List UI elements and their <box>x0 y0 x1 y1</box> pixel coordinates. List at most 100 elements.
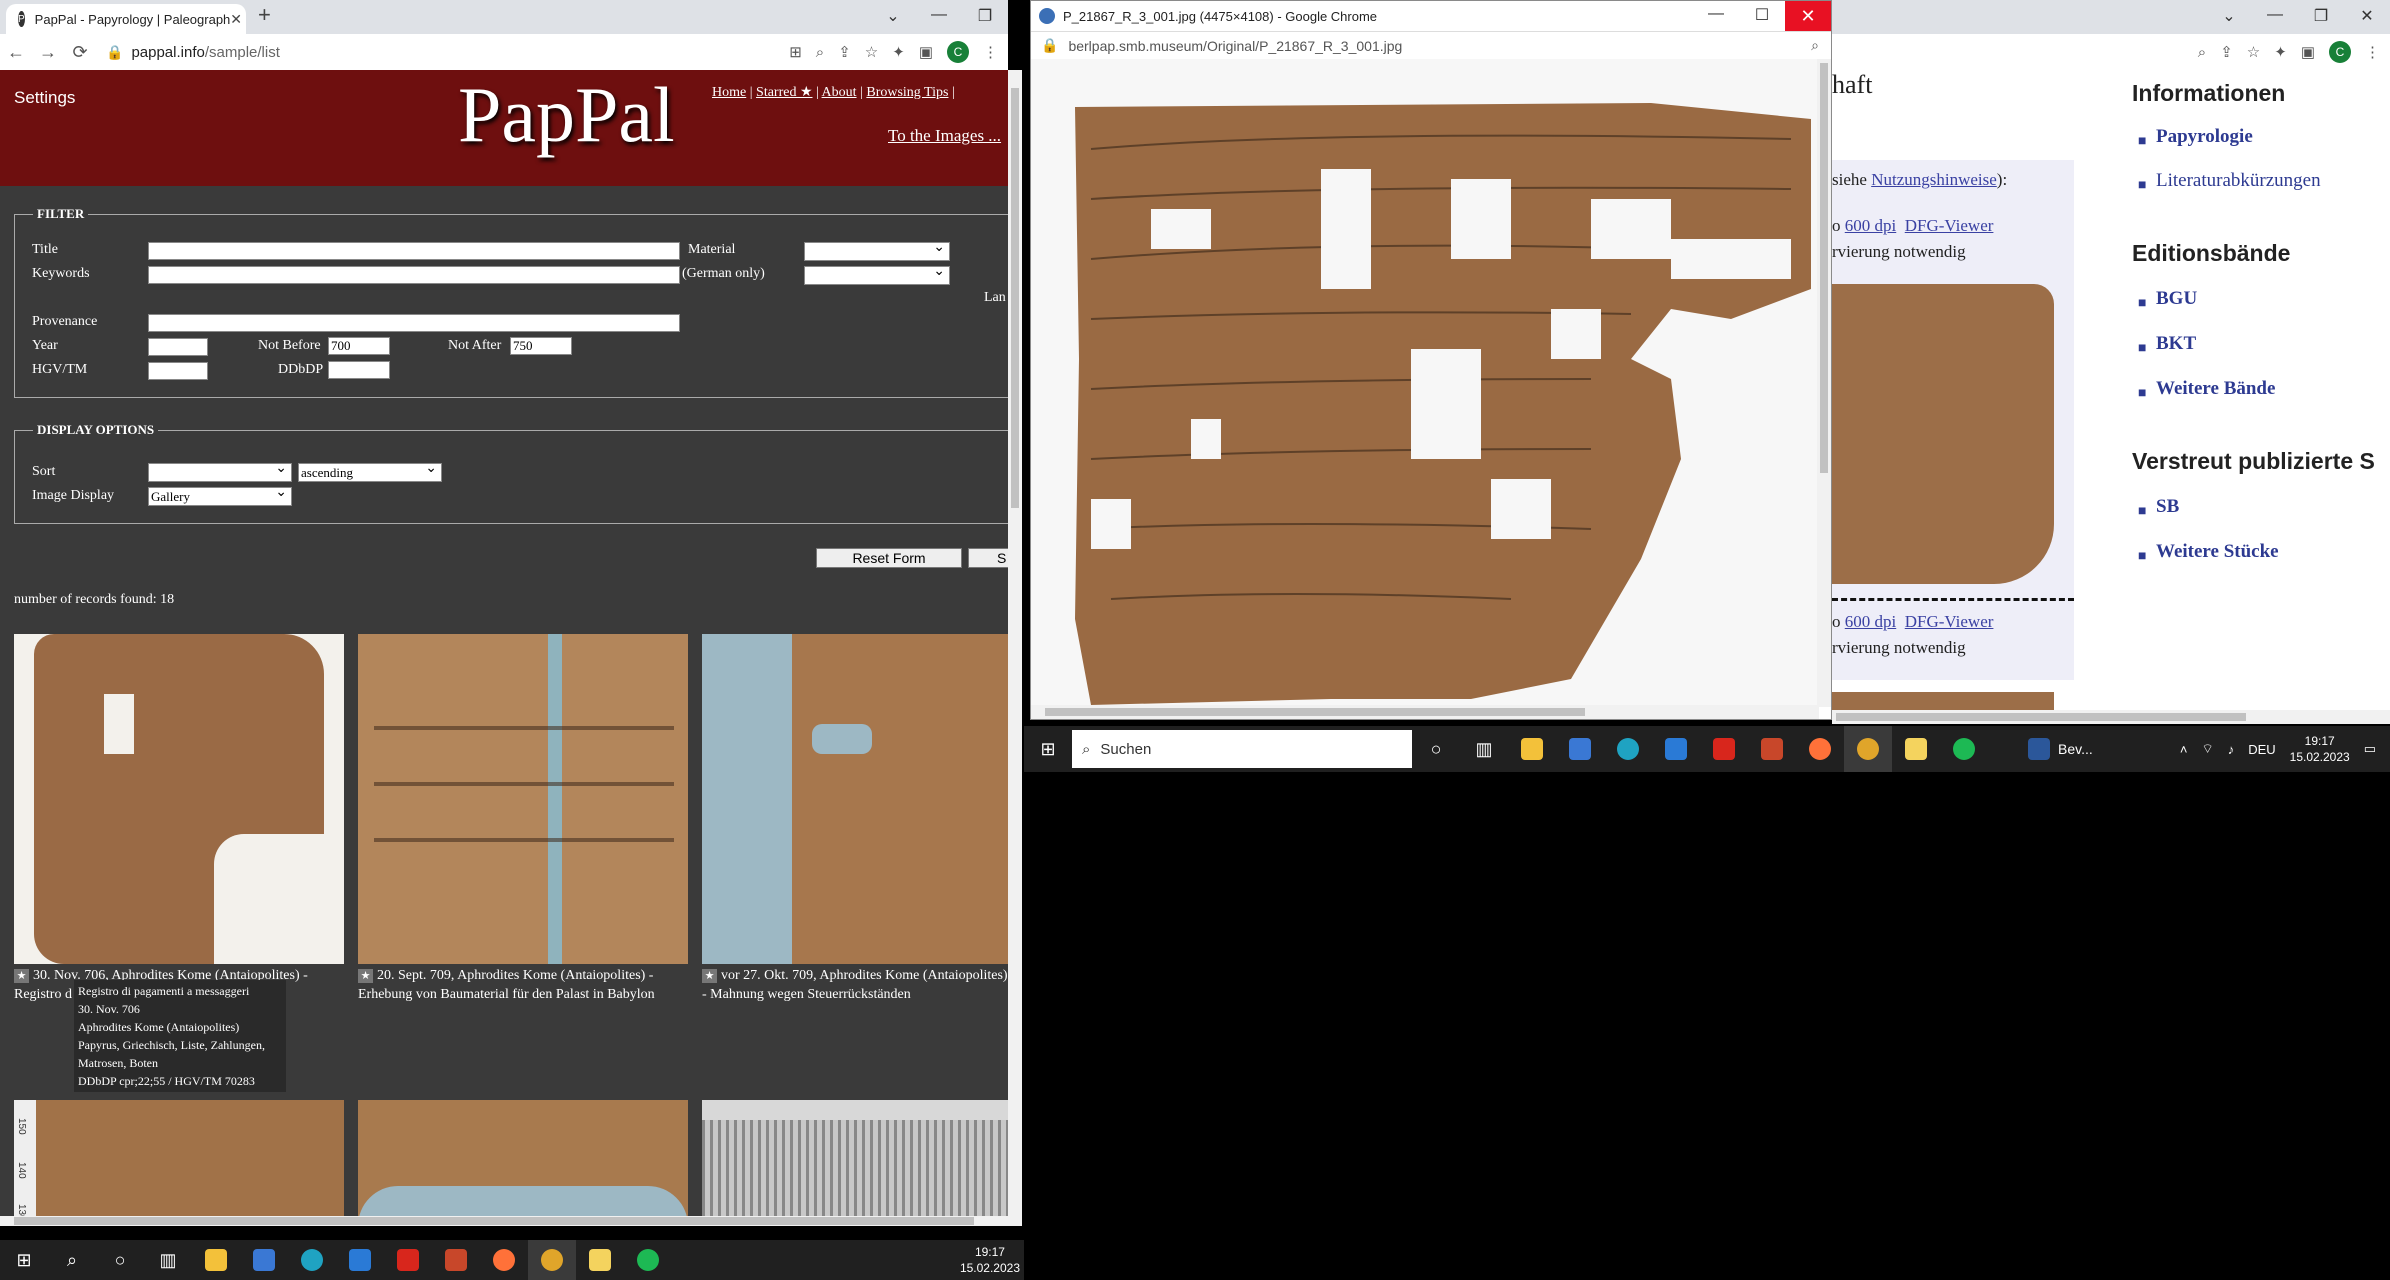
start-icon[interactable]: ⊞ <box>0 1240 48 1280</box>
minimize-icon[interactable]: — <box>1693 5 1739 25</box>
result-caption-3[interactable]: ★ vor 27. Okt. 709, Aphrodites Kome (Anta… <box>702 966 1008 1004</box>
powerpoint-icon[interactable] <box>432 1240 480 1280</box>
star-icon[interactable]: ★ <box>14 969 29 983</box>
reset-form-button[interactable]: Reset Form <box>816 548 962 568</box>
explorer-icon[interactable] <box>1508 726 1556 772</box>
zoom-icon[interactable]: ⌕ <box>816 44 824 61</box>
taskbar-app-document[interactable]: Bev... <box>2028 738 2093 760</box>
chrome-icon[interactable] <box>528 1240 576 1280</box>
minimize-icon[interactable]: — <box>916 6 962 26</box>
sidebar-item-papyrologie[interactable]: Papyrologie <box>2156 126 2253 148</box>
result-thumbnail-1[interactable] <box>14 634 344 964</box>
acrobat-icon[interactable] <box>384 1240 432 1280</box>
keywords-input[interactable] <box>148 266 680 284</box>
notepad-icon[interactable] <box>1892 726 1940 772</box>
zoom-icon[interactable]: ⌕ <box>1811 37 1819 54</box>
tab-pappal[interactable]: P PapPal - Papyrology | Paleograph ✕ <box>6 4 246 34</box>
taskview-icon[interactable]: ▥ <box>1460 726 1508 772</box>
search-icon[interactable]: ⌕ <box>48 1240 96 1280</box>
close-window-icon[interactable]: ✕ <box>2344 6 2390 26</box>
volume-icon[interactable]: ♪ <box>2228 742 2235 757</box>
bookmark-star-icon[interactable]: ☆ <box>2247 43 2260 61</box>
restore-icon[interactable]: ❐ <box>2298 6 2344 26</box>
zoom-icon[interactable]: ⌕ <box>2198 44 2206 61</box>
forward-icon[interactable]: → <box>32 42 64 63</box>
row1-dpi-link[interactable]: 600 dpi <box>1845 216 1896 235</box>
menu-kebab-icon[interactable]: ⋮ <box>2365 43 2380 61</box>
papyrus-full-image[interactable] <box>1031 59 1817 705</box>
not-before-input[interactable]: 700 <box>328 337 390 355</box>
mail-icon[interactable] <box>1652 726 1700 772</box>
firefox-icon[interactable] <box>1796 726 1844 772</box>
row2-dpi-link[interactable]: 600 dpi <box>1845 612 1896 631</box>
vertical-scroll-thumb[interactable] <box>1011 88 1019 508</box>
sidebar-item-bgu[interactable]: BGU <box>2156 288 2197 310</box>
spotify-icon[interactable] <box>1940 726 1988 772</box>
usage-link[interactable]: Nutzungshinweise <box>1871 170 1997 189</box>
result-thumbnail-6[interactable] <box>702 1100 1008 1226</box>
star-icon[interactable]: ★ <box>358 969 373 983</box>
sidebar-item-weitere-stuecke[interactable]: Weitere Stücke <box>2156 541 2279 563</box>
translate-icon[interactable]: ⊞ <box>789 43 802 61</box>
address-bar[interactable]: pappal.info/sample/list <box>131 44 279 61</box>
material-select[interactable] <box>804 239 950 261</box>
minimize-icon[interactable]: — <box>2252 6 2298 26</box>
right-horizontal-scrollbar[interactable] <box>1832 710 2390 724</box>
sort-order-select[interactable]: ascending <box>298 460 442 482</box>
result-thumbnail-2[interactable] <box>358 634 688 964</box>
store-icon[interactable] <box>1556 726 1604 772</box>
hgv-input[interactable] <box>148 362 208 380</box>
result-thumbnail-5[interactable] <box>358 1100 688 1226</box>
sidebar-item-bkt[interactable]: BKT <box>2156 333 2196 355</box>
reload-icon[interactable]: ⟳ <box>64 42 96 63</box>
firefox-icon[interactable] <box>480 1240 528 1280</box>
provenance-input[interactable] <box>148 314 680 332</box>
right-clock[interactable]: 19:17 15.02.2023 <box>2290 733 2350 765</box>
mail-icon[interactable] <box>336 1240 384 1280</box>
keywords-select[interactable] <box>804 263 950 285</box>
close-window-button[interactable]: ✕ <box>1785 1 1831 31</box>
share-icon[interactable]: ⇪ <box>838 43 851 61</box>
nav-home[interactable]: Home <box>712 85 746 100</box>
sidebar-item-weitere-baende[interactable]: Weitere Bände <box>2156 378 2275 400</box>
chevron-up-icon[interactable]: ˄ <box>2180 742 2188 757</box>
sidepanel-icon[interactable]: ▣ <box>919 43 933 61</box>
result-thumbnail-3[interactable] <box>702 634 1008 964</box>
search-button[interactable]: S <box>968 548 1008 568</box>
sidebar-item-sb[interactable]: SB <box>2156 496 2179 518</box>
row1-dfg-link[interactable]: DFG-Viewer <box>1905 216 1994 235</box>
vertical-scrollbar[interactable] <box>1008 70 1022 1226</box>
edge-icon[interactable] <box>288 1240 336 1280</box>
extensions-icon[interactable]: ✦ <box>2274 43 2287 61</box>
profile-avatar[interactable]: C <box>947 41 969 63</box>
bookmark-star-icon[interactable]: ☆ <box>865 43 878 61</box>
keyboard-language[interactable]: DEU <box>2248 742 2275 757</box>
restore-icon[interactable]: ❐ <box>962 6 1008 26</box>
start-icon[interactable]: ⊞ <box>1024 726 1072 772</box>
sidepanel-icon[interactable]: ▣ <box>2301 43 2315 61</box>
nav-browsing-tips[interactable]: Browsing Tips <box>866 85 948 100</box>
spotify-icon[interactable] <box>624 1240 672 1280</box>
chevron-down-icon[interactable]: ⌄ <box>2206 6 2252 26</box>
to-images-link[interactable]: To the Images ... <box>888 126 1001 146</box>
left-clock[interactable]: 19:17 15.02.2023 <box>960 1244 1020 1276</box>
image-url[interactable]: berlpap.smb.museum/Original/P_21867_R_3_… <box>1068 38 1402 54</box>
image-vertical-scrollbar[interactable] <box>1817 59 1831 707</box>
profile-avatar[interactable]: C <box>2329 41 2351 63</box>
horizontal-scrollbar[interactable] <box>0 1216 1008 1226</box>
result-caption-2[interactable]: ★ 20. Sept. 709, Aphrodites Kome (Antaiop… <box>358 966 688 1004</box>
back-icon[interactable]: ← <box>0 42 32 63</box>
taskview-icon[interactable]: ▥ <box>144 1240 192 1280</box>
cortana-icon[interactable]: ○ <box>1412 726 1460 772</box>
chrome-icon[interactable] <box>1844 726 1892 772</box>
share-icon[interactable]: ⇪ <box>2220 43 2233 61</box>
pappal-logo[interactable]: PapPal <box>458 70 675 160</box>
explorer-icon[interactable] <box>192 1240 240 1280</box>
close-tab-icon[interactable]: ✕ <box>230 11 242 28</box>
image-hscroll-thumb[interactable] <box>1045 708 1585 716</box>
star-icon[interactable]: ★ <box>702 969 717 983</box>
settings-link[interactable]: Settings <box>14 88 75 108</box>
store-icon[interactable] <box>240 1240 288 1280</box>
acrobat-icon[interactable] <box>1700 726 1748 772</box>
image-vscroll-thumb[interactable] <box>1820 63 1828 473</box>
